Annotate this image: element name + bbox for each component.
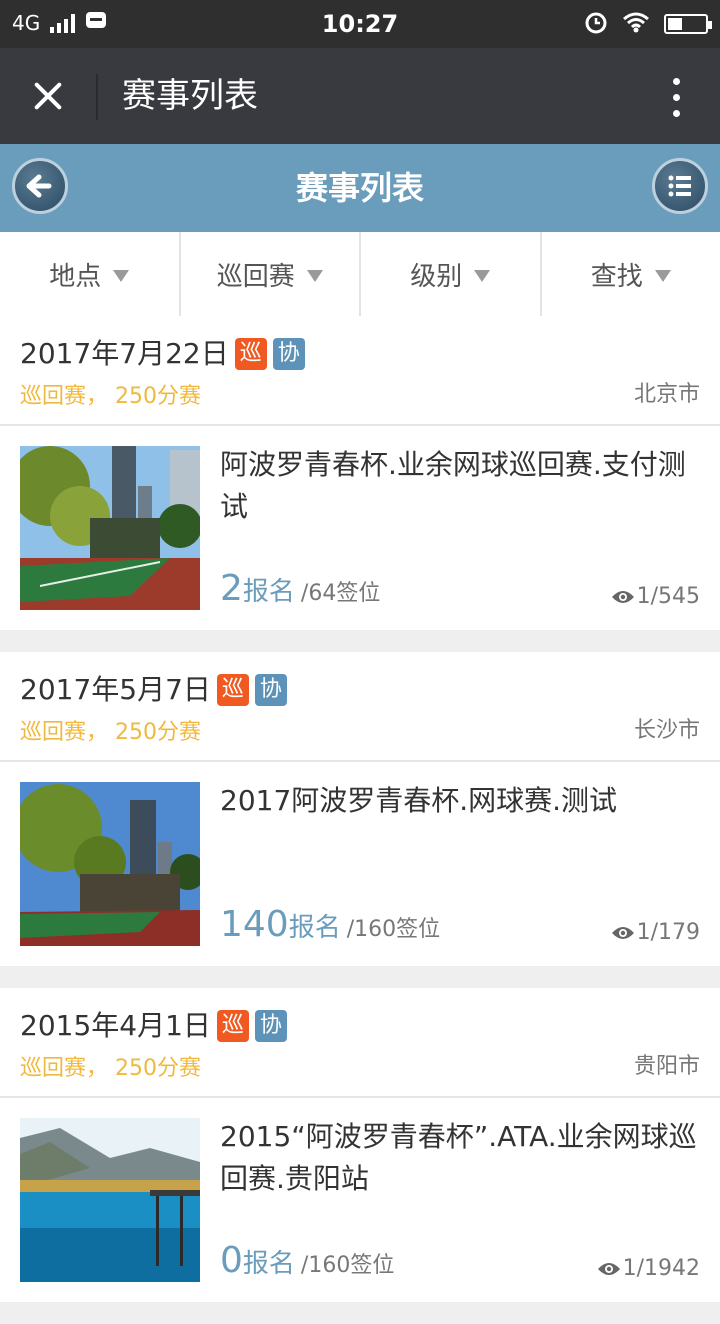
status-bar: 4G 10:27 [0,0,720,48]
view-count: 1/179 [611,920,700,945]
association-badge: 协 [255,1010,287,1042]
filter-bar: 地点 巡回赛 级别 查找 [0,232,720,317]
caret-down-icon [474,270,490,282]
eye-icon [597,1261,621,1277]
signup-count: 0 [220,1240,243,1281]
filter-label: 查找 [591,256,643,293]
signup-label: 报名 [243,1249,295,1279]
caret-down-icon [655,270,671,282]
event-city: 北京市 [634,376,700,408]
event-date-row: 2017年5月7日 巡 协 [20,670,287,710]
event-card[interactable]: 2017年5月7日 巡 协 巡回赛， 250分赛 长沙市 [0,652,720,966]
event-category: 巡回赛， 250分赛 [20,1050,201,1082]
signup-label: 报名 [243,577,295,607]
event-date-row: 2017年7月22日 巡 协 [20,334,305,374]
event-city: 长沙市 [634,712,700,744]
event-date: 2017年7月22日 [20,334,229,374]
caret-down-icon [307,270,323,282]
event-list: 2017年7月22日 巡 协 巡回赛， 250分赛 北京市 [0,316,720,1324]
tour-badge: 巡 [235,338,267,370]
alarm-icon [584,10,608,38]
eye-icon [611,589,635,605]
view-count-text: 1/545 [637,584,700,609]
event-card[interactable]: 2015年4月1日 巡 协 巡回赛， 250分赛 贵阳市 [0,988,720,1302]
signup-info: 0报名/160签位 [220,1240,394,1281]
signup-label: 报名 [289,913,341,943]
filter-tour[interactable]: 巡回赛 [181,232,362,316]
menu-button[interactable] [652,158,708,214]
close-icon[interactable] [22,72,74,120]
event-card[interactable]: 2017年7月22日 巡 协 巡回赛， 250分赛 北京市 [0,316,720,630]
signup-count: 140 [220,904,289,945]
event-thumbnail [20,446,200,610]
filter-level[interactable]: 级别 [361,232,542,316]
view-count: 1/545 [611,584,700,609]
tour-badge: 巡 [217,674,249,706]
event-date: 2015年4月1日 [20,1006,211,1046]
event-title: 2017阿波罗青春杯.网球赛.测试 [220,780,704,822]
app-titlebar: 赛事列表 [0,48,720,144]
window-title: 赛事列表 [122,74,258,118]
view-count-text: 1/179 [637,920,700,945]
event-thumbnail [20,782,200,946]
event-card-body[interactable]: 2017阿波罗青春杯.网球赛.测试 140报名/160签位 1/179 [0,762,720,966]
association-badge: 协 [273,338,305,370]
signup-info: 140报名/160签位 [220,904,440,945]
event-card-header: 2017年7月22日 巡 协 巡回赛， 250分赛 北京市 [0,316,720,426]
event-category: 巡回赛， 250分赛 [20,378,201,410]
tour-badge: 巡 [217,1010,249,1042]
event-card-body[interactable]: 阿波罗青春杯.业余网球巡回赛.支付测试 2报名/64签位 1/545 [0,426,720,630]
event-city: 贵阳市 [634,1048,700,1080]
slot-count: /160签位 [301,1253,394,1278]
filter-label: 地点 [49,256,101,293]
filter-label: 级别 [410,256,462,293]
event-card-header: 2015年4月1日 巡 协 巡回赛， 250分赛 贵阳市 [0,988,720,1098]
caret-down-icon [113,270,129,282]
page-header: 赛事列表 [0,144,720,232]
slot-count: /160签位 [347,917,440,942]
event-card-body[interactable]: 2015“阿波罗青春杯”.ATA.业余网球巡回赛.贵阳站 0报名/160签位 1… [0,1098,720,1302]
eye-icon [611,925,635,941]
filter-search[interactable]: 查找 [542,232,720,316]
event-title: 2015“阿波罗青春杯”.ATA.业余网球巡回赛.贵阳站 [220,1116,704,1200]
more-menu-icon[interactable] [662,76,692,118]
event-thumbnail [20,1118,200,1282]
view-count: 1/1942 [597,1256,700,1281]
page-title: 赛事列表 [0,166,720,210]
event-title: 阿波罗青春杯.业余网球巡回赛.支付测试 [220,444,704,528]
wifi-icon [622,11,650,37]
list-icon [655,161,705,211]
battery-icon [664,14,708,34]
signup-info: 2报名/64签位 [220,568,380,609]
event-date-row: 2015年4月1日 巡 协 [20,1006,287,1046]
view-count-text: 1/1942 [623,1256,700,1281]
filter-label: 巡回赛 [217,256,295,293]
filter-location[interactable]: 地点 [0,232,181,316]
event-date: 2017年5月7日 [20,670,211,710]
divider [96,74,98,120]
signup-count: 2 [220,568,243,609]
event-category: 巡回赛， 250分赛 [20,714,201,746]
event-card-header: 2017年5月7日 巡 协 巡回赛， 250分赛 长沙市 [0,652,720,762]
association-badge: 协 [255,674,287,706]
slot-count: /64签位 [301,581,380,606]
